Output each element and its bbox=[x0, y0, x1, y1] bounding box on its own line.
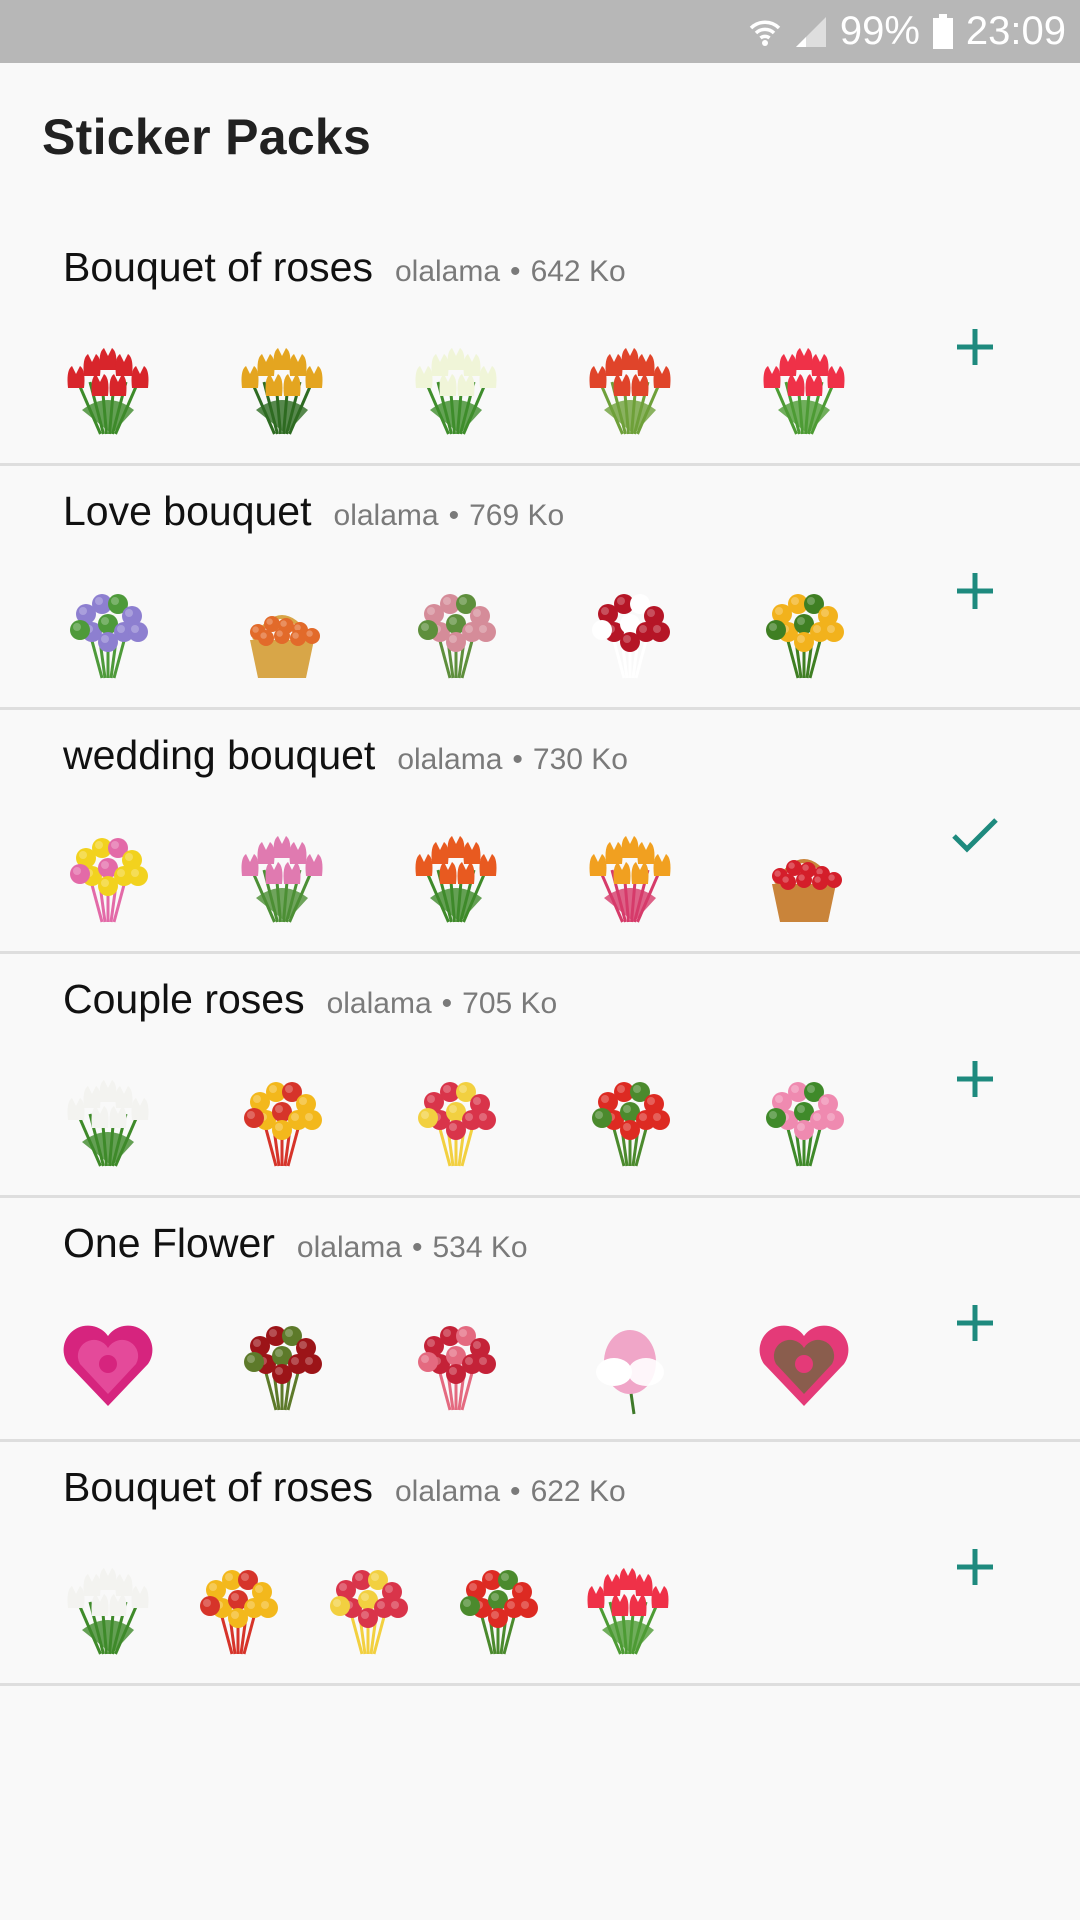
dark-red-rose-bouquet-icon bbox=[226, 1306, 338, 1418]
orange-tulip-bouquet-icon bbox=[400, 818, 512, 930]
separator-dot: • bbox=[510, 255, 521, 288]
pink-rose-bouquet-icon bbox=[400, 574, 512, 686]
signal-icon bbox=[794, 15, 828, 49]
pack-meta: olalama • 622 Ko bbox=[395, 1475, 626, 1509]
pack-name: wedding bouquet bbox=[63, 732, 376, 778]
red-white-rose-bouquet-icon bbox=[574, 574, 686, 686]
sticker-pack-row[interactable]: Bouquet of roses olalama • 622 Ko bbox=[0, 1442, 1080, 1686]
pack-header: Love bouquet olalama • 769 Ko bbox=[63, 488, 564, 535]
rose-cascade-bouquet-icon bbox=[400, 1062, 512, 1174]
sticker-pack-list: Bouquet of roses olalama • 642 Ko Love bouqu… bbox=[0, 222, 1080, 1686]
separator-dot: • bbox=[441, 987, 453, 1020]
sticker-pack-row[interactable]: Love bouquet olalama • 769 Ko bbox=[0, 466, 1080, 710]
mixed-exotic-bouquet-icon bbox=[182, 1550, 294, 1662]
white-tulip-bunch-icon bbox=[52, 1550, 164, 1662]
pack-publisher: olalama bbox=[296, 1231, 402, 1264]
add-pack-button[interactable] bbox=[945, 1537, 1005, 1597]
yellow-tulip-bouquet-icon bbox=[226, 330, 338, 442]
pack-size: 769 Ko bbox=[469, 499, 565, 532]
sticker-pack-row[interactable]: One Flower olalama • 534 Ko bbox=[0, 1198, 1080, 1442]
status-bar: 99% 23:09 bbox=[0, 0, 1080, 63]
wifi-icon bbox=[748, 15, 782, 49]
separator-dot: • bbox=[512, 743, 523, 776]
separator-dot: • bbox=[411, 1231, 423, 1264]
pack-size: 642 Ko bbox=[530, 255, 626, 288]
pink-tulip-bunch-icon bbox=[748, 330, 860, 442]
pack-size: 705 Ko bbox=[462, 987, 558, 1020]
pack-size: 622 Ko bbox=[530, 1475, 626, 1508]
separator-dot: • bbox=[510, 1475, 521, 1508]
mixed-tulip-vase-icon bbox=[574, 818, 686, 930]
separator-dot: • bbox=[448, 499, 460, 532]
pack-name: Bouquet of roses bbox=[63, 1464, 373, 1510]
pack-meta: olalama • 705 Ko bbox=[327, 987, 558, 1021]
pack-name: Bouquet of roses bbox=[63, 244, 373, 290]
flower-basket-icon bbox=[226, 574, 338, 686]
white-tulip-bouquet-icon bbox=[400, 330, 512, 442]
sticker-pack-row[interactable]: Couple roses olalama • 705 Ko bbox=[0, 954, 1080, 1198]
mixed-exotic-bouquet-icon bbox=[226, 1062, 338, 1174]
pack-header: Bouquet of roses olalama • 622 Ko bbox=[63, 1464, 626, 1511]
pack-header: wedding bouquet olalama • 730 Ko bbox=[63, 732, 628, 779]
pack-name: One Flower bbox=[63, 1220, 275, 1266]
sticker-pack-row[interactable]: wedding bouquet olalama • 730 Ko bbox=[0, 710, 1080, 954]
yellow-pink-rose-bouquet-icon bbox=[52, 818, 164, 930]
pink-lotus-icon bbox=[574, 1306, 686, 1418]
pack-meta: olalama • 769 Ko bbox=[334, 499, 565, 533]
red-rose-basket-icon bbox=[748, 818, 860, 930]
pack-meta: olalama • 534 Ko bbox=[297, 1231, 528, 1265]
red-rose-dome-icon bbox=[400, 1306, 512, 1418]
pack-meta: olalama • 730 Ko bbox=[397, 743, 628, 777]
added-check-icon[interactable] bbox=[945, 805, 1005, 865]
heart-rose-icon bbox=[52, 1306, 164, 1418]
pack-publisher: olalama bbox=[397, 743, 503, 776]
pack-publisher: olalama bbox=[333, 499, 439, 532]
battery-percent: 99% bbox=[839, 9, 920, 53]
red-rose-bunch-icon bbox=[442, 1550, 554, 1662]
pink-heart-wreath-icon bbox=[748, 1306, 860, 1418]
pack-publisher: olalama bbox=[394, 255, 501, 288]
white-tulip-bunch-icon bbox=[52, 1062, 164, 1174]
pack-name: Couple roses bbox=[63, 976, 305, 1022]
pink-rose-bouquet-round-icon bbox=[748, 1062, 860, 1174]
clock: 23:09 bbox=[965, 9, 1066, 53]
add-pack-button[interactable] bbox=[945, 561, 1005, 621]
iris-lily-bouquet-icon bbox=[52, 574, 164, 686]
pack-header: One Flower olalama • 534 Ko bbox=[63, 1220, 528, 1267]
red-tulip-bouquet-icon bbox=[52, 330, 164, 442]
pack-meta: olalama • 642 Ko bbox=[395, 255, 626, 289]
page-title: Sticker Packs bbox=[42, 109, 372, 165]
pink-tulip-bunch-icon bbox=[572, 1550, 684, 1662]
pack-size: 534 Ko bbox=[432, 1231, 528, 1264]
pack-publisher: olalama bbox=[394, 1475, 501, 1508]
pack-name: Love bouquet bbox=[63, 488, 312, 534]
sticker-pack-row[interactable]: Bouquet of roses olalama • 642 Ko bbox=[0, 222, 1080, 466]
pink-tulip-bouquet-icon bbox=[226, 818, 338, 930]
add-pack-button[interactable] bbox=[945, 1293, 1005, 1353]
battery-icon bbox=[932, 13, 954, 50]
add-pack-button[interactable] bbox=[945, 1049, 1005, 1109]
add-pack-button[interactable] bbox=[945, 317, 1005, 377]
pack-header: Bouquet of roses olalama • 642 Ko bbox=[63, 244, 626, 291]
red-tulip-bundle-icon bbox=[574, 330, 686, 442]
pack-publisher: olalama bbox=[326, 987, 432, 1020]
yellow-flower-bouquet-icon bbox=[748, 574, 860, 686]
red-rose-bunch-icon bbox=[574, 1062, 686, 1174]
pack-header: Couple roses olalama • 705 Ko bbox=[63, 976, 557, 1023]
pack-size: 730 Ko bbox=[532, 743, 628, 776]
rose-cascade-bouquet-icon bbox=[312, 1550, 424, 1662]
